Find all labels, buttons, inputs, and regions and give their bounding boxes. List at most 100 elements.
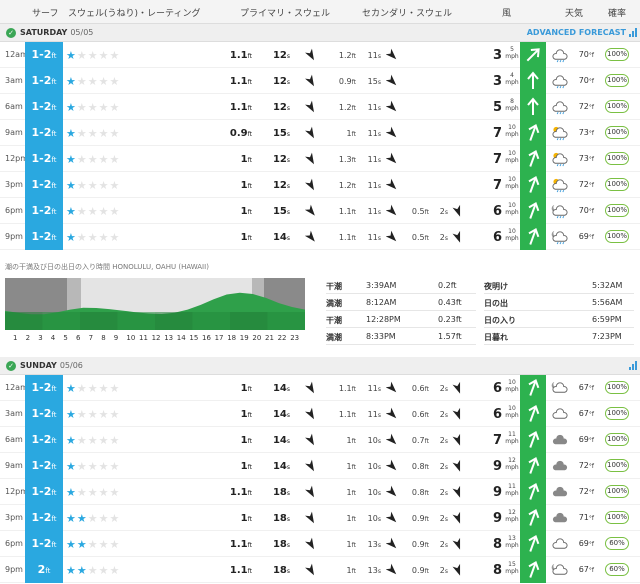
star-icon: ★ xyxy=(87,512,99,525)
wind-speed: 7 xyxy=(492,178,502,193)
day-label: SATURDAY 05/05 xyxy=(20,28,94,37)
primary-swell-arrow-icon xyxy=(305,152,314,165)
secondary-swell-arrow-icon xyxy=(385,74,397,86)
wind-direction xyxy=(520,427,546,453)
star-icon: ★ xyxy=(98,486,110,499)
wind-direction xyxy=(520,505,546,531)
secondary-period: 11s xyxy=(367,181,381,190)
star-icon: ★ xyxy=(87,205,99,218)
wind-gust: 10 mph xyxy=(505,379,519,393)
primary-swell-arrow-icon xyxy=(305,100,314,113)
temperature: 72°f xyxy=(578,180,594,189)
row-time: 6pm xyxy=(5,539,23,548)
wind-arrow-icon xyxy=(528,431,540,448)
wind-speed: 7 xyxy=(492,126,502,141)
star-icon: ★ xyxy=(109,382,121,395)
star-icon: ★ xyxy=(109,538,121,551)
temperature: 70°f xyxy=(578,76,594,85)
header-wind: 風 xyxy=(502,9,512,19)
wind-direction xyxy=(520,479,546,505)
star-icon: ★ xyxy=(76,49,88,62)
forecast-row: 6pm 1-2ft ★★★★★ 1ft 15s 1.1ft 11s 0.5ft 2s 6 10 mph… xyxy=(0,198,640,224)
wind-speed: 8 xyxy=(492,537,502,552)
tide-band xyxy=(230,312,268,330)
secondary-swell-arrow-icon xyxy=(385,126,397,138)
star-icon: ★ xyxy=(109,408,121,421)
tide-hour-label: 22 xyxy=(277,334,287,342)
wind-gust: 11 mph xyxy=(505,483,519,497)
wind-speed: 8 xyxy=(492,563,502,578)
overcast-cloud-icon xyxy=(552,512,568,523)
probability-badge: 100% xyxy=(605,407,629,420)
rain-cloud-icon xyxy=(552,49,568,63)
tide-hour-label: 23 xyxy=(290,334,300,342)
star-icon: ★ xyxy=(98,231,110,244)
secondary-period: 13s xyxy=(367,566,381,575)
star-rating: ★★★★★ xyxy=(66,153,120,166)
primary-period: 15s xyxy=(272,206,290,217)
tide-hour-label: 13 xyxy=(164,334,174,342)
tertiary-swell-arrow-icon xyxy=(452,204,461,217)
star-icon: ★ xyxy=(87,49,99,62)
star-icon: ★ xyxy=(98,382,110,395)
forecast-row: 9pm 1-2ft ★★★★★ 1ft 14s 1.1ft 11s 0.5ft 2s 6 10 mph… xyxy=(0,224,640,250)
primary-height: 1ft xyxy=(240,513,252,524)
primary-height: 1ft xyxy=(240,232,252,243)
tide-hour-label: 9 xyxy=(113,334,119,342)
tide-hour-label: 6 xyxy=(76,334,81,342)
star-icon: ★ xyxy=(98,205,110,218)
secondary-period: 13s xyxy=(367,540,381,549)
night-rain-icon xyxy=(551,204,568,219)
forecast-row: 12pm 1-2ft ★★★★★ 1ft 12s 1.3ft 11s 7 10 mph 73°f 10… xyxy=(0,146,640,172)
probability-badge: 100% xyxy=(605,511,629,524)
primary-height: 1.1ft xyxy=(229,487,252,498)
star-rating: ★★★★★ xyxy=(66,460,120,473)
secondary-height: 1.2ft xyxy=(338,181,356,190)
secondary-height: 1ft xyxy=(346,566,356,575)
tertiary-period: 2s xyxy=(439,540,448,549)
tide-band xyxy=(42,312,80,330)
star-rating: ★★★★★ xyxy=(66,101,120,114)
tertiary-period: 2s xyxy=(439,384,448,393)
primary-period: 14s xyxy=(272,435,290,446)
secondary-period: 11s xyxy=(367,207,381,216)
star-icon: ★ xyxy=(98,538,110,551)
tertiary-swell-arrow-icon xyxy=(452,433,461,446)
wind-gust: 12 mph xyxy=(505,509,519,523)
primary-period: 18s xyxy=(272,513,290,524)
wind-speed: 6 xyxy=(492,407,502,422)
tertiary-swell-arrow-icon xyxy=(452,537,461,550)
advanced-forecast-link[interactable]: ADVANCED FORECAST xyxy=(527,28,626,37)
primary-period: 18s xyxy=(272,487,290,498)
tide-hour-label: 21 xyxy=(265,334,274,342)
star-icon: ★ xyxy=(98,408,110,421)
star-icon: ★ xyxy=(66,153,77,166)
star-icon: ★ xyxy=(98,564,110,577)
sun-row: 日の入り 6:59PM xyxy=(484,312,634,328)
sun-row: 夜明け 5:32AM xyxy=(484,278,634,294)
tertiary-period: 2s xyxy=(439,207,448,216)
star-rating: ★★★★★ xyxy=(66,75,120,88)
star-icon: ★ xyxy=(66,538,77,551)
surf-height: 1-2ft xyxy=(25,224,63,250)
wind-arrow-icon xyxy=(528,176,540,193)
wind-arrow-icon xyxy=(527,71,539,89)
tide-band xyxy=(267,312,305,330)
day-header-sunday: ✓ SUNDAY 05/06 xyxy=(0,357,640,375)
star-icon: ★ xyxy=(87,153,99,166)
tertiary-swell-arrow-icon xyxy=(452,230,461,243)
star-rating: ★★★★★ xyxy=(66,49,120,62)
star-icon: ★ xyxy=(66,75,77,88)
secondary-period: 11s xyxy=(367,233,381,242)
secondary-height: 1ft xyxy=(346,514,356,523)
primary-period: 12s xyxy=(272,180,290,191)
cloud-icon xyxy=(552,408,568,419)
tertiary-period: 2s xyxy=(439,514,448,523)
wind-gust: 10 mph xyxy=(505,405,519,419)
primary-swell-arrow-icon xyxy=(305,459,314,472)
probability-badge: 100% xyxy=(605,48,629,61)
primary-period: 12s xyxy=(272,102,290,113)
tide-row: 満潮 8:33PM 1.57ft xyxy=(326,329,476,345)
wind-gust: 15 mph xyxy=(505,561,519,575)
tertiary-swell-arrow-icon xyxy=(452,511,461,524)
